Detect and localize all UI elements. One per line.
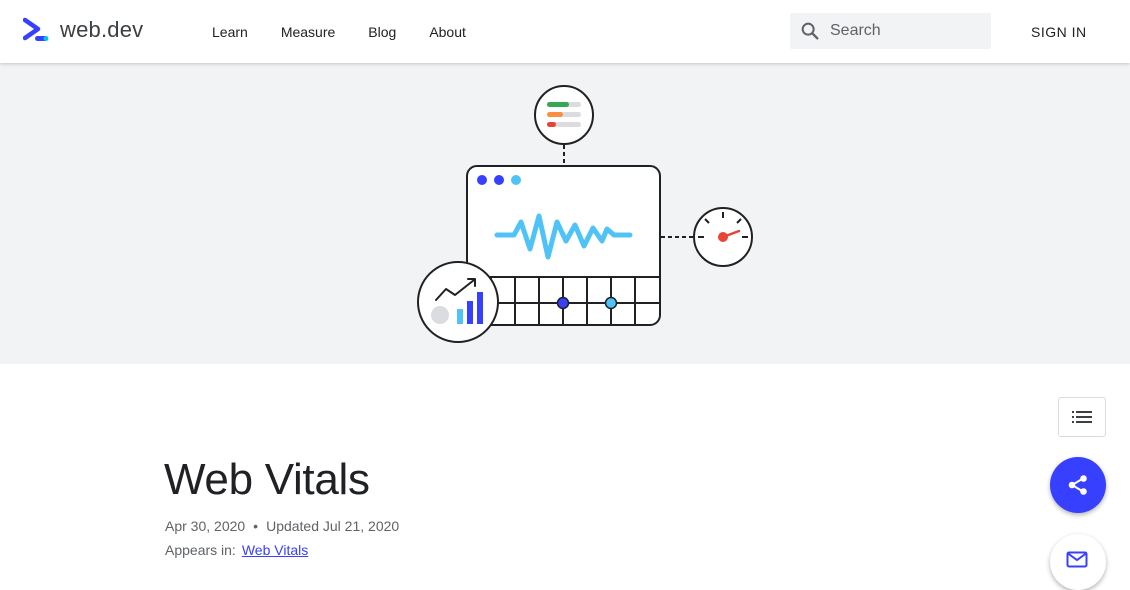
web-vitals-illustration: [417, 85, 753, 343]
nav-link-learn[interactable]: Learn: [212, 24, 248, 40]
date-separator: •: [253, 518, 259, 534]
gauge-icon: [693, 207, 753, 267]
logo-text: web.dev: [60, 17, 144, 42]
analytics-chart-icon: [417, 261, 499, 343]
mail-add-icon: [1066, 551, 1088, 568]
sign-in-button[interactable]: SIGN IN: [1031, 24, 1087, 40]
site-header: web.dev Learn Measure Blog About SIGN IN: [0, 0, 1130, 63]
nav-link-measure[interactable]: Measure: [281, 24, 335, 40]
list-icon: [1072, 411, 1092, 423]
share-icon: [1068, 475, 1087, 495]
site-logo[interactable]: web.dev: [23, 16, 143, 44]
appears-in: Appears in: Web Vitals: [165, 542, 308, 558]
search-input[interactable]: [830, 16, 980, 46]
main-nav: Learn Measure Blog About: [212, 0, 499, 63]
search-box[interactable]: [790, 13, 991, 49]
hero-banner: [0, 63, 1130, 364]
share-button[interactable]: [1050, 457, 1106, 513]
table-of-contents-button[interactable]: [1058, 397, 1106, 437]
subscribe-button[interactable]: [1050, 534, 1106, 590]
appears-in-label: Appears in:: [165, 542, 236, 558]
metric-bars-icon: [534, 85, 594, 145]
published-date: Apr 30, 2020: [165, 518, 246, 534]
search-icon: [801, 22, 819, 40]
article-dates: Apr 30, 2020 • Updated Jul 21, 2020: [165, 518, 399, 534]
nav-link-about[interactable]: About: [429, 24, 466, 40]
web-dev-logo-icon: [23, 17, 49, 41]
appears-in-link[interactable]: Web Vitals: [242, 542, 308, 558]
page-title: Web Vitals: [164, 455, 370, 504]
updated-date: Updated Jul 21, 2020: [266, 518, 400, 534]
nav-link-blog[interactable]: Blog: [368, 24, 396, 40]
